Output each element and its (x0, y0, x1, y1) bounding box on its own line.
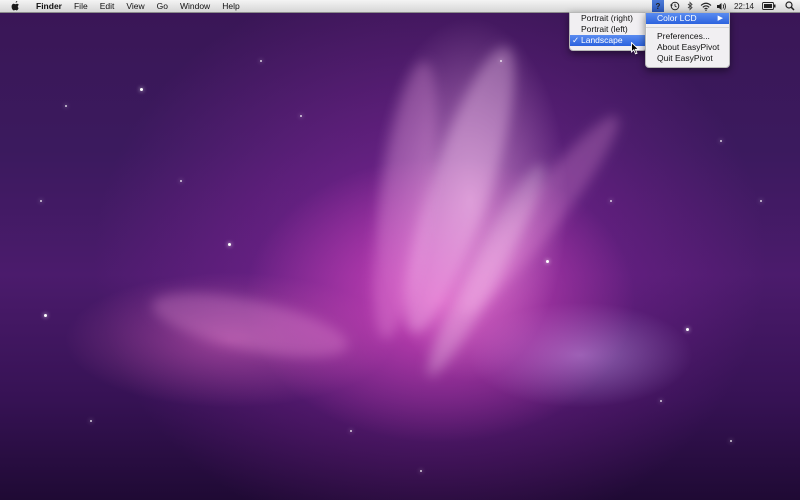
menu-separator (646, 27, 729, 28)
star (180, 180, 182, 182)
submenu-arrow-icon: ▶ (717, 15, 723, 22)
star (228, 243, 231, 246)
star (686, 328, 689, 331)
menu-item-label: Landscape (581, 35, 623, 45)
menu-window[interactable]: Window (174, 0, 216, 12)
star (500, 60, 502, 62)
battery-icon[interactable] (758, 0, 780, 12)
time-machine-icon[interactable] (668, 0, 682, 12)
menu-item-label: Preferences... (657, 31, 710, 41)
aurora-ray (146, 279, 354, 371)
star (610, 200, 612, 202)
menu-item-portrait-right[interactable]: Portrait (right) (570, 13, 646, 24)
star (730, 440, 732, 442)
menubar-clock[interactable]: 22:14 (730, 0, 758, 12)
wifi-icon[interactable] (698, 0, 714, 12)
star (660, 400, 662, 402)
star (140, 88, 143, 91)
star (44, 314, 47, 317)
volume-icon[interactable] (714, 0, 730, 12)
menu-item-label: About EasyPivot (657, 42, 720, 52)
menu-item-portrait-left[interactable]: Portrait (left) (570, 24, 646, 35)
menu-view[interactable]: View (120, 0, 150, 12)
menu-item-quit[interactable]: Quit EasyPivot (646, 53, 729, 64)
menu-item-preferences[interactable]: Preferences... (646, 31, 729, 42)
easypivot-menu: Color LCD ▶ Preferences... About EasyPiv… (645, 12, 730, 68)
menu-finder[interactable]: Finder (30, 0, 68, 12)
easypivot-icon[interactable]: ? (651, 0, 664, 12)
menu-item-label: Quit EasyPivot (657, 53, 713, 63)
star (40, 200, 42, 202)
menu-item-label: Portrait (left) (581, 24, 628, 34)
status-area: ? 22:14 (651, 0, 800, 12)
star (90, 420, 92, 422)
star (260, 60, 262, 62)
star (65, 105, 67, 107)
star (546, 260, 549, 263)
menu-item-label: Portrait (right) (581, 13, 633, 23)
star (300, 115, 302, 117)
menu-file[interactable]: File (68, 0, 94, 12)
bluetooth-icon[interactable] (682, 0, 698, 12)
apple-logo-icon[interactable] (10, 1, 20, 11)
checkmark-icon: ✓ (572, 35, 580, 45)
menu-item-color-lcd[interactable]: Color LCD ▶ (646, 13, 729, 24)
star (350, 430, 352, 432)
star (720, 140, 722, 142)
menu-help[interactable]: Help (216, 0, 245, 12)
menu-item-label: Color LCD (657, 13, 697, 23)
mouse-pointer-icon (631, 41, 640, 60)
spotlight-search-icon[interactable] (780, 0, 800, 12)
star (420, 470, 422, 472)
star (760, 200, 762, 202)
menu-go[interactable]: Go (151, 0, 174, 12)
desktop-wallpaper (0, 0, 800, 500)
menu-item-about[interactable]: About EasyPivot (646, 42, 729, 53)
menu-edit[interactable]: Edit (94, 0, 121, 12)
